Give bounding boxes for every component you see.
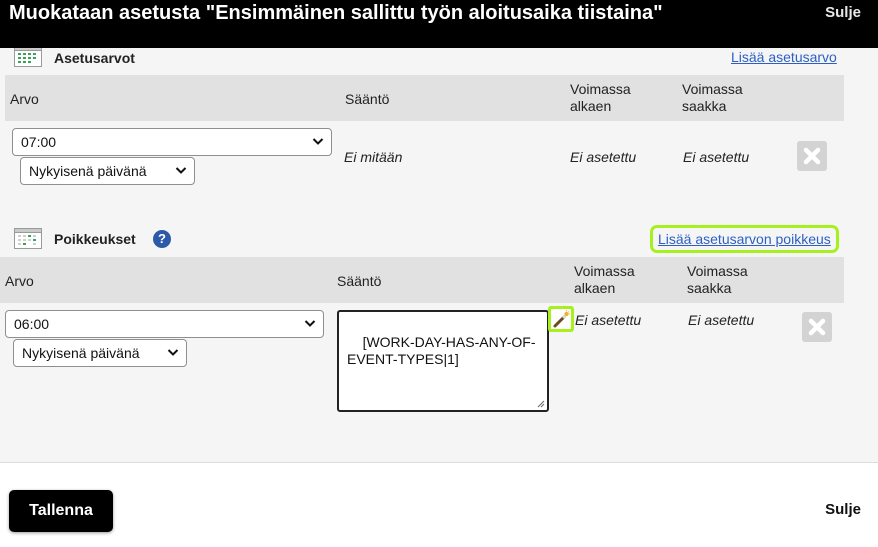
settings-table-header: Arvo Sääntö Voimassa alkaen Voimassa saa… [5,75,844,121]
exception-valid-from-text: Ei asetettu [575,312,642,328]
delete-setting-button[interactable] [797,141,827,171]
chevron-down-icon [167,349,179,356]
exception-valid-to-text: Ei asetettu [688,312,755,328]
close-icon [808,318,826,336]
header-valid-from: Voimassa alkaen [570,81,631,114]
add-exception-link[interactable]: Lisää asetusarvon poikkeus [650,225,839,253]
dialog-titlebar: Muokataan asetusta "Ensimmäinen sallittu… [0,0,878,48]
exception-day-select[interactable]: Nykyisenä päivänä [13,339,187,367]
header-valid-to: Voimassa saakka [687,263,748,296]
calendar-icon [14,228,42,249]
header-valid-from: Voimassa alkaen [574,263,635,296]
header-rule: Sääntö [345,91,390,107]
exceptions-table-header: Arvo Sääntö Voimassa alkaen Voimassa saa… [0,257,844,303]
settings-time-select[interactable]: 07:00 [12,128,332,156]
exceptions-section-title: Poikkeukset [54,231,136,247]
settings-section-title: Asetusarvot [54,50,135,66]
header-valid-to: Voimassa saakka [682,81,743,114]
delete-exception-button[interactable] [802,312,832,342]
exception-time-value: 06:00 [14,316,50,332]
settings-rule-text: Ei mitään [344,149,403,165]
header-value: Arvo [10,91,39,107]
chevron-down-icon [312,138,324,145]
resize-handle-icon[interactable] [537,400,545,408]
close-button-bottom[interactable]: Sulje [825,501,861,518]
exception-time-select[interactable]: 06:00 [5,310,324,338]
calendar-grid-icon [14,48,42,67]
settings-valid-to-text: Ei asetettu [683,149,750,165]
close-icon [803,147,821,165]
chevron-down-icon [175,167,187,174]
add-setting-value-link[interactable]: Lisää asetusarvo [731,49,837,65]
save-button[interactable]: Tallenna [9,490,113,532]
rule-editor-button[interactable] [548,306,574,332]
dialog-title: Muokataan asetusta "Ensimmäinen sallittu… [9,2,663,24]
magic-wand-icon [553,310,570,328]
settings-valid-from-text: Ei asetettu [570,149,637,165]
settings-day-value: Nykyisenä päivänä [29,163,147,179]
header-rule: Sääntö [337,273,382,289]
exception-rule-textarea[interactable]: [WORK-DAY-HAS-ANY-OF- EVENT-TYPES|1] [337,310,549,412]
dialog-content: Asetusarvot Lisää asetusarvo Arvo Sääntö… [0,48,878,462]
exception-rule-text: [WORK-DAY-HAS-ANY-OF- EVENT-TYPES|1] [347,334,536,367]
settings-time-value: 07:00 [21,134,57,150]
header-value: Arvo [5,273,34,289]
settings-day-select[interactable]: Nykyisenä päivänä [20,157,195,185]
close-button-top[interactable]: Sulje [825,4,861,21]
help-icon[interactable]: ? [153,230,171,248]
exception-day-value: Nykyisenä päivänä [22,345,140,361]
chevron-down-icon [304,320,316,327]
dialog-footer: Tallenna Sulje [0,462,878,547]
